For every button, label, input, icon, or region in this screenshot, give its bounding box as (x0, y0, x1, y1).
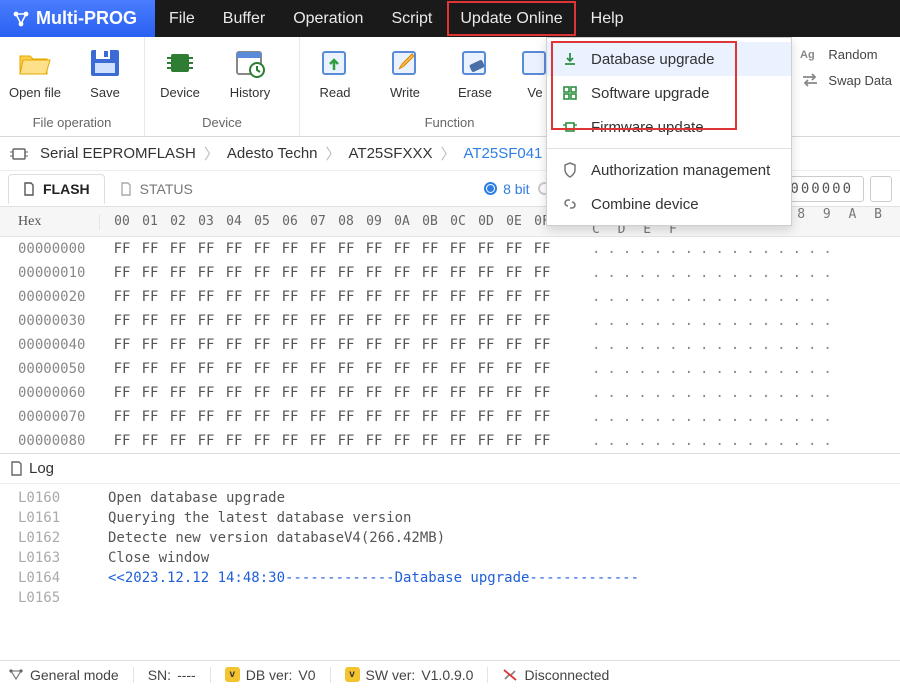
folder-open-icon (17, 47, 53, 79)
history-button[interactable]: History (215, 43, 285, 104)
write-button[interactable]: Write (370, 43, 440, 104)
radio-checked-icon (484, 182, 497, 195)
document-icon (120, 182, 134, 196)
open-file-button[interactable]: Open file (0, 43, 70, 104)
status-bar: <......" fill="#666"/> General mode SN: … (0, 660, 900, 688)
status-sw-ver: v SW ver: V1.0.9.0 (345, 667, 489, 683)
update-online-dropdown: Database upgrade Software upgrade Firmwa… (546, 37, 792, 226)
status-sn: SN: ---- (148, 667, 211, 683)
menu-file[interactable]: File (155, 0, 209, 37)
app-name: Multi-PROG (36, 8, 137, 29)
chevron-right-icon: 〉 (202, 143, 221, 164)
download-icon (561, 50, 579, 68)
dd-firmware-update[interactable]: Firmware update (547, 110, 791, 144)
chip-small-icon (561, 118, 579, 136)
crumb-0[interactable]: Serial EEPROMFLASH (36, 143, 200, 164)
hex-row[interactable]: 00000000FFFFFFFFFFFFFFFFFFFFFFFFFFFFFFFF… (0, 237, 900, 261)
dd-software-upgrade[interactable]: Software upgrade (547, 76, 791, 110)
hex-row[interactable]: 00000010FFFFFFFFFFFFFFFFFFFFFFFFFFFFFFFF… (0, 261, 900, 285)
hex-byte-headers: 000102030405060708090A0B0C0D0E0F (100, 214, 562, 229)
document-icon (23, 182, 37, 196)
log-body[interactable]: L0160Open database upgradeL0161Querying … (0, 484, 900, 634)
hex-row[interactable]: 00000060FFFFFFFFFFFFFFFFFFFFFFFFFFFFFFFF… (0, 381, 900, 405)
link-icon (561, 195, 579, 213)
dd-authorization[interactable]: Authorization management (547, 153, 791, 187)
hex-row[interactable]: 00000040FFFFFFFFFFFFFFFFFFFFFFFFFFFFFFFF… (0, 333, 900, 357)
hex-row[interactable]: 00000080FFFFFFFFFFFFFFFFFFFFFFFFFFFFFFFF… (0, 429, 900, 453)
version-badge-icon: v (345, 667, 360, 682)
group-label-device: Device (145, 111, 299, 136)
menu-update-online[interactable]: Update Online (446, 0, 576, 37)
log-header: Log (0, 454, 900, 484)
menu-operation[interactable]: Operation (279, 0, 377, 37)
read-icon (317, 47, 353, 79)
menu-script[interactable]: Script (377, 0, 446, 37)
log-line: L0162Detecte new version databaseV4(266.… (0, 528, 900, 548)
hex-header-label: Hex (0, 214, 100, 230)
hex-viewer[interactable]: 00000000FFFFFFFFFFFFFFFFFFFFFFFFFFFFFFFF… (0, 237, 900, 453)
logo-icon (12, 10, 30, 28)
log-line: L0160Open database upgrade (0, 488, 900, 508)
group-label-file: File operation (0, 111, 144, 136)
status-connection: Disconnected (502, 667, 623, 683)
app-logo: Multi-PROG (0, 0, 155, 37)
hex-row[interactable]: 00000030FFFFFFFFFFFFFFFFFFFFFFFFFFFFFFFF… (0, 309, 900, 333)
tab-status[interactable]: STATUS (105, 174, 208, 204)
menu-buffer[interactable]: Buffer (209, 0, 279, 37)
svg-text:Ag: Ag (800, 49, 815, 61)
device-button[interactable]: Device (145, 43, 215, 104)
log-line: L0163Close window (0, 548, 900, 568)
log-line: L0165 (0, 588, 900, 608)
chevron-right-icon: 〉 (324, 143, 343, 164)
write-icon (387, 47, 423, 79)
dd-database-upgrade[interactable]: Database upgrade (547, 42, 791, 76)
device-small-icon (10, 147, 28, 161)
chevron-right-icon: 〉 (438, 143, 457, 164)
graph-icon: <......" fill="#666"/> (8, 668, 24, 682)
document-icon (10, 461, 23, 476)
eraser-icon (457, 47, 493, 79)
disconnected-icon (502, 668, 518, 682)
log-panel: Log L0160Open database upgradeL0161Query… (0, 453, 900, 634)
swap-data-button[interactable]: Swap Data (800, 71, 892, 89)
status-db-ver: v DB ver: V0 (225, 667, 331, 683)
grid-icon (561, 84, 579, 102)
chip-icon (162, 47, 198, 79)
save-button[interactable]: Save (70, 43, 140, 104)
floppy-disk-icon (87, 47, 123, 79)
erase-button[interactable]: Erase (440, 43, 510, 104)
hex-row[interactable]: 00000070FFFFFFFFFFFFFFFFFFFFFFFFFFFFFFFF… (0, 405, 900, 429)
menu-help[interactable]: Help (577, 0, 638, 37)
crumb-1[interactable]: Adesto Techn (223, 143, 322, 164)
version-badge-icon: v (225, 667, 240, 682)
log-line: L0164<<2023.12.12 14:48:30-------------D… (0, 568, 900, 588)
status-mode: <......" fill="#666"/> General mode (8, 667, 134, 683)
menubar: Multi-PROG File Buffer Operation Script … (0, 0, 900, 37)
random-button[interactable]: Ag Random (800, 45, 892, 63)
crumb-3[interactable]: AT25SF041 (459, 143, 546, 164)
goto-button[interactable] (870, 176, 892, 202)
swap-icon (800, 71, 820, 89)
random-icon: Ag (800, 45, 820, 63)
dd-combine-device[interactable]: Combine device (547, 187, 791, 221)
radio-8bit[interactable]: 8 bit (484, 181, 529, 197)
read-button[interactable]: Read (300, 43, 370, 104)
calendar-clock-icon (232, 47, 268, 79)
dropdown-separator (547, 148, 791, 149)
hex-row[interactable]: 00000050FFFFFFFFFFFFFFFFFFFFFFFFFFFFFFFF… (0, 357, 900, 381)
crumb-2[interactable]: AT25SFXXX (345, 143, 437, 164)
shield-icon (561, 161, 579, 179)
log-line: L0161Querying the latest database versio… (0, 508, 900, 528)
hex-row[interactable]: 00000020FFFFFFFFFFFFFFFFFFFFFFFFFFFFFFFF… (0, 285, 900, 309)
tab-flash[interactable]: FLASH (8, 174, 105, 204)
